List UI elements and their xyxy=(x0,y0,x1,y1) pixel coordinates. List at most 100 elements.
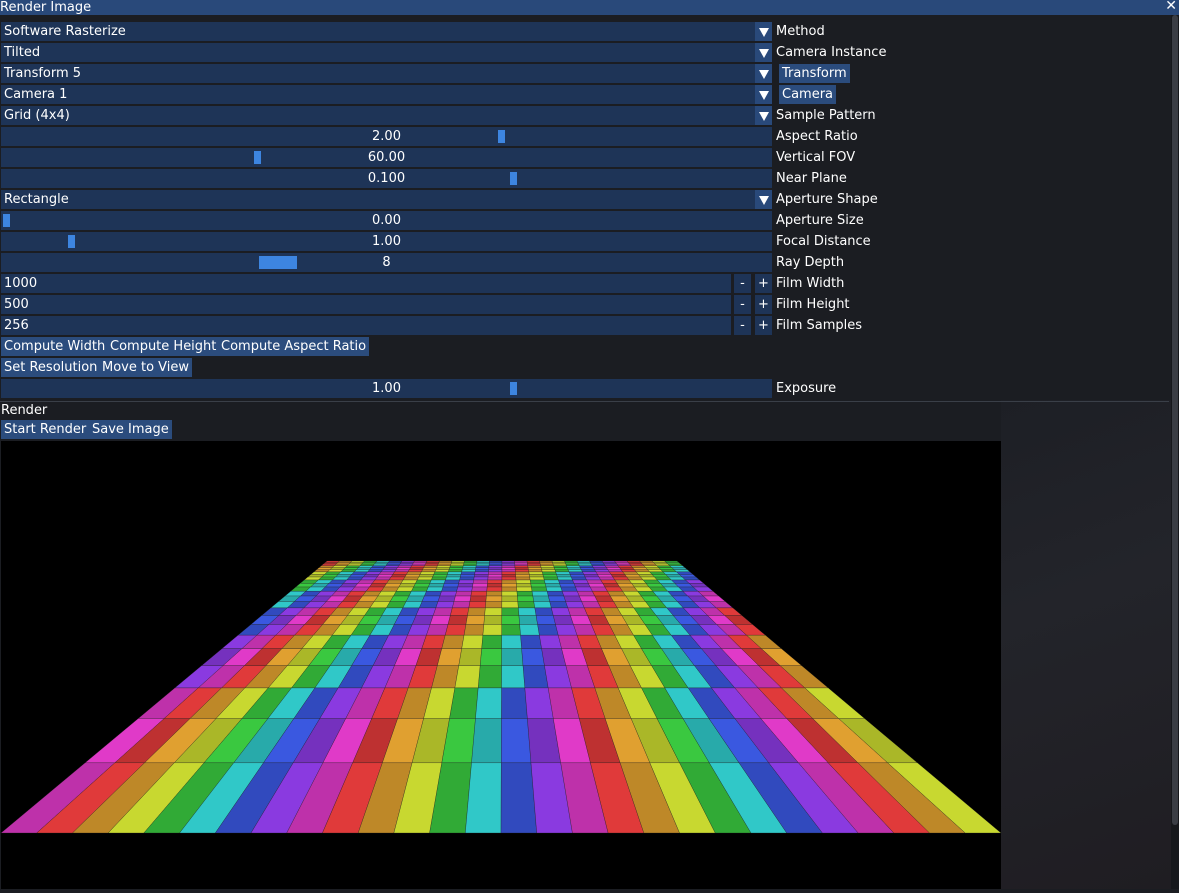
floor-tile xyxy=(450,607,470,616)
floor-tile xyxy=(583,574,600,578)
floor-tile xyxy=(437,595,456,602)
floor-tile xyxy=(320,563,337,566)
floor-tile xyxy=(485,595,503,602)
compute-width-button[interactable]: Compute Width xyxy=(1,337,109,356)
floor-tile xyxy=(501,571,516,575)
increment-button[interactable]: + xyxy=(755,316,772,335)
floor-tile xyxy=(592,591,611,597)
floor-tile xyxy=(429,579,446,584)
floor-tile xyxy=(475,687,502,719)
floor-tile xyxy=(632,567,648,570)
aperture-size-value: 0.00 xyxy=(372,213,401,228)
floor-tile xyxy=(640,562,656,565)
floor-tile xyxy=(561,591,580,597)
decrement-button[interactable]: - xyxy=(734,274,751,293)
floor-tile xyxy=(516,583,532,588)
increment-button[interactable]: + xyxy=(755,295,772,314)
floor-tile xyxy=(653,562,669,565)
floor-tile xyxy=(530,583,547,588)
floor-tile xyxy=(614,560,629,563)
floor-tile xyxy=(581,569,597,573)
vertical-fov-slider[interactable]: 60.00 xyxy=(1,148,772,167)
floor-tile xyxy=(588,583,606,588)
chevron-down-icon[interactable] xyxy=(755,22,772,41)
floor-tile xyxy=(335,574,353,578)
method-combo[interactable]: Software Rasterize xyxy=(1,22,772,41)
chevron-down-icon[interactable] xyxy=(755,64,772,83)
camera-combo[interactable]: Camera 1 xyxy=(1,85,772,104)
focal-distance-slider[interactable]: 1.00 xyxy=(1,232,772,251)
floor-tile xyxy=(353,569,370,573)
floor-tile xyxy=(501,687,528,719)
floor-tile xyxy=(489,562,503,565)
floor-tile xyxy=(598,576,616,581)
floor-tile xyxy=(411,563,426,566)
render-section-header: Render xyxy=(1,403,48,418)
window-title-bar[interactable]: Render Image ✕ xyxy=(0,0,1179,15)
save-image-button[interactable]: Save Image xyxy=(89,420,172,439)
floor-tile xyxy=(329,567,346,570)
chevron-down-icon[interactable] xyxy=(755,190,772,209)
floor-tile xyxy=(350,560,365,563)
floor-tile xyxy=(501,595,518,602)
scrollbar[interactable] xyxy=(1171,15,1179,889)
chevron-down-icon[interactable] xyxy=(755,85,772,104)
floor-tile xyxy=(553,565,568,568)
render-output-image xyxy=(0,441,1002,889)
camera-button[interactable]: Camera xyxy=(779,85,837,104)
scrollbar-thumb[interactable] xyxy=(1172,15,1178,825)
aperture-size-slider[interactable]: 0.00 xyxy=(1,211,772,230)
floor-tile xyxy=(405,595,425,602)
exposure-label: Exposure xyxy=(776,381,837,396)
floor-tile xyxy=(516,591,534,597)
floor-tile xyxy=(458,648,482,666)
floor-tile xyxy=(423,565,438,568)
start-render-button[interactable]: Start Render xyxy=(1,420,90,439)
aspect-ratio-slider[interactable]: 2.00 xyxy=(1,127,772,146)
floor-tile xyxy=(484,607,502,616)
increment-button[interactable]: + xyxy=(755,274,772,293)
floor-tile xyxy=(461,569,476,573)
floor-tile xyxy=(540,563,554,566)
close-icon[interactable]: ✕ xyxy=(1165,0,1177,14)
film-height-input[interactable]: 500 xyxy=(1,295,731,314)
chevron-down-icon[interactable] xyxy=(755,43,772,62)
floor-tile xyxy=(450,562,465,565)
transform-combo[interactable]: Transform 5 xyxy=(1,64,772,83)
camera-instance-combo[interactable]: Tilted xyxy=(1,43,772,62)
chevron-down-icon[interactable] xyxy=(755,106,772,125)
floor-tile xyxy=(441,635,465,649)
aperture-shape-combo[interactable]: Rectangle xyxy=(1,190,772,209)
floor-tile xyxy=(433,607,453,616)
floor-tile xyxy=(626,576,644,581)
floor-tile xyxy=(520,635,542,649)
floor-tile xyxy=(406,571,422,575)
decrement-button[interactable]: - xyxy=(734,295,751,314)
floor-tile xyxy=(486,591,503,597)
floor-tile xyxy=(488,571,503,575)
near-plane-label: Near Plane xyxy=(776,171,847,186)
floor-tile xyxy=(357,579,376,584)
ray-depth-slider[interactable]: 8 xyxy=(1,253,772,272)
compute-height-button[interactable]: Compute Height xyxy=(107,337,220,356)
floor-tile xyxy=(361,562,377,565)
floor-tile xyxy=(590,562,605,565)
floor-tile xyxy=(555,571,571,575)
near-plane-slider[interactable]: 0.100 xyxy=(1,169,772,188)
floor-tile xyxy=(411,586,429,592)
compute-aspect-ratio-button[interactable]: Compute Aspect Ratio xyxy=(218,337,370,356)
floor-tile xyxy=(488,563,503,566)
exposure-slider[interactable]: 1.00 xyxy=(1,379,772,398)
transform-button[interactable]: Transform xyxy=(779,64,850,83)
floor-tile xyxy=(425,560,440,563)
sample-pattern-combo[interactable]: Grid (4x4) xyxy=(1,106,772,125)
floor-tile xyxy=(586,579,604,584)
set-resolution-button[interactable]: Set Resolution xyxy=(1,358,101,377)
film-width-input[interactable]: 1000 xyxy=(1,274,731,293)
floor-tile xyxy=(369,583,387,588)
film-samples-input[interactable]: 256 xyxy=(1,316,731,335)
floor-tile xyxy=(486,586,503,592)
decrement-button[interactable]: - xyxy=(734,316,751,335)
floor-tile xyxy=(567,567,582,570)
move-to-view-button[interactable]: Move to View xyxy=(99,358,193,377)
